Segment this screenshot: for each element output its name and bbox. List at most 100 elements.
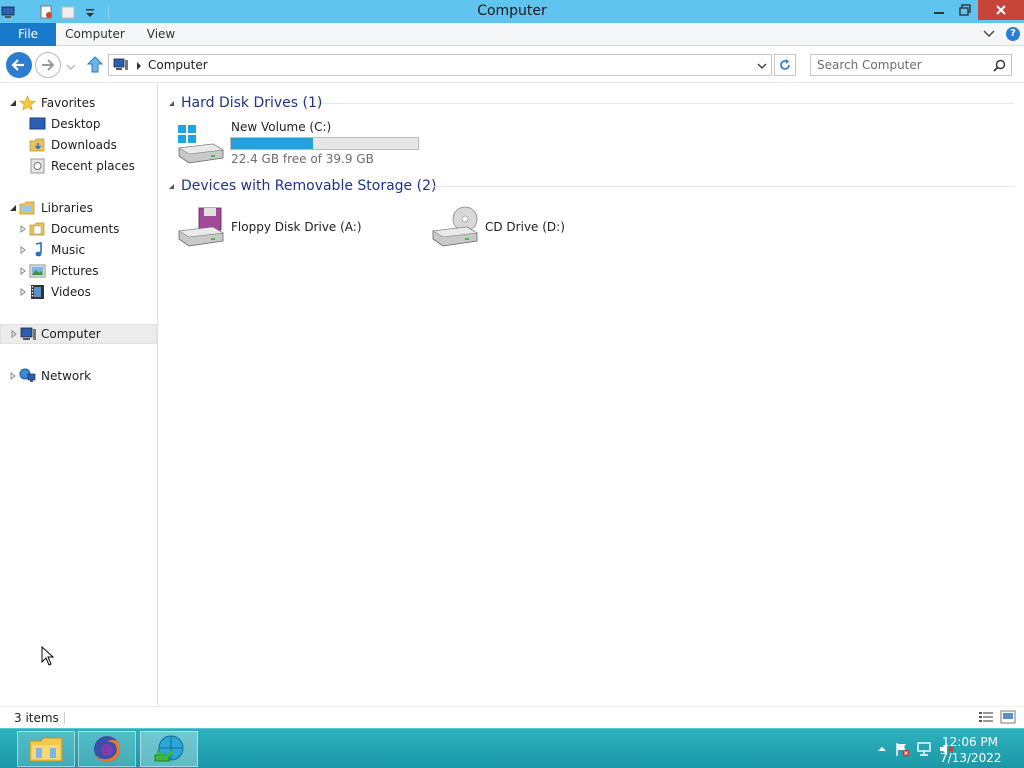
large-icons-view-icon[interactable] bbox=[1000, 710, 1016, 724]
group-header-label: Devices with Removable Storage (2) bbox=[181, 178, 437, 194]
restore-button[interactable] bbox=[952, 0, 978, 20]
nav-item-downloads-label: Downloads bbox=[51, 138, 117, 152]
nav-item-recent-places-label: Recent places bbox=[51, 159, 135, 173]
close-button[interactable] bbox=[978, 0, 1024, 20]
nav-item-pictures-label: Pictures bbox=[51, 264, 99, 278]
refresh-button[interactable] bbox=[774, 54, 796, 76]
address-bar[interactable]: Computer bbox=[108, 54, 772, 76]
tab-computer[interactable]: Computer bbox=[60, 23, 130, 46]
documents-icon bbox=[29, 222, 45, 236]
window-controls bbox=[926, 0, 1024, 21]
nav-item-documents[interactable]: Documents bbox=[0, 219, 157, 239]
drive-c-usage-fill bbox=[231, 138, 314, 149]
drive-c-free-space: 22.4 GB free of 39.9 GB bbox=[231, 152, 374, 166]
nav-favorites-label: Favorites bbox=[41, 96, 96, 110]
details-view-icon[interactable] bbox=[978, 710, 994, 724]
minimize-button[interactable] bbox=[926, 0, 952, 20]
nav-item-documents-label: Documents bbox=[51, 222, 120, 236]
address-dropdown-icon[interactable] bbox=[757, 60, 767, 70]
libraries-icon bbox=[19, 201, 35, 215]
videos-film-icon bbox=[31, 285, 44, 299]
refresh-icon bbox=[780, 59, 790, 70]
taskbar-file-explorer[interactable] bbox=[17, 731, 75, 767]
search-input[interactable] bbox=[817, 57, 985, 73]
nav-favorites[interactable]: Favorites bbox=[0, 93, 157, 113]
cd-drive-icon bbox=[432, 206, 478, 247]
group-divider bbox=[429, 186, 1014, 187]
drive-a-name: Floppy Disk Drive (A:) bbox=[231, 220, 362, 234]
group-header-hard-disk-drives[interactable]: Hard Disk Drives (1) bbox=[168, 93, 328, 113]
drive-a-floppy[interactable]: Floppy Disk Drive (A:) bbox=[175, 202, 405, 250]
drive-c-name: New Volume (C:) bbox=[231, 120, 332, 134]
forward-button[interactable] bbox=[35, 52, 61, 78]
action-center-flag-icon[interactable] bbox=[894, 741, 910, 757]
nav-libraries-label: Libraries bbox=[41, 201, 93, 215]
content-pane: Hard Disk Drives (1) New Volume (C:) 22.… bbox=[159, 84, 1024, 706]
status-bar: 3 items bbox=[0, 706, 1024, 728]
file-explorer-folder-icon bbox=[29, 737, 63, 762]
breadcrumb-computer[interactable]: Computer bbox=[148, 58, 208, 72]
navigation-pane: Favorites Desktop Downloads Recent place… bbox=[0, 84, 158, 706]
floppy-drive-icon bbox=[178, 207, 224, 247]
network-status-icon[interactable] bbox=[916, 741, 932, 757]
collapsed-arrow-icon[interactable] bbox=[10, 330, 18, 338]
group-header-removable-storage[interactable]: Devices with Removable Storage (2) bbox=[168, 176, 438, 196]
search-icon[interactable] bbox=[993, 59, 1006, 72]
taskbar-download-manager[interactable] bbox=[140, 731, 198, 767]
nav-item-music[interactable]: Music bbox=[0, 240, 157, 260]
nav-network-label: Network bbox=[41, 369, 92, 383]
hard-drive-windows-icon bbox=[178, 125, 224, 164]
expanded-arrow-icon[interactable] bbox=[9, 204, 17, 212]
clock-time: 12:06 PM bbox=[942, 735, 998, 749]
clock[interactable]: 12:06 PM 7/13/2022 bbox=[940, 734, 1002, 766]
nav-item-music-label: Music bbox=[51, 243, 86, 257]
computer-icon bbox=[20, 327, 36, 340]
collapsed-arrow-icon[interactable] bbox=[9, 372, 17, 380]
title-bar: Computer bbox=[0, 0, 1024, 23]
nav-item-recent-places[interactable]: Recent places bbox=[0, 156, 157, 176]
favorites-star-icon bbox=[19, 95, 36, 111]
nav-computer[interactable]: Computer bbox=[0, 324, 157, 344]
nav-item-videos[interactable]: Videos bbox=[0, 282, 157, 302]
drive-d-name: CD Drive (D:) bbox=[485, 220, 565, 234]
nav-libraries[interactable]: Libraries bbox=[0, 198, 157, 218]
desktop-icon bbox=[29, 117, 46, 130]
nav-item-downloads[interactable]: Downloads bbox=[0, 135, 157, 155]
collapsed-arrow-icon[interactable] bbox=[19, 267, 27, 275]
drive-c-usage-bar bbox=[230, 137, 419, 150]
search-box[interactable] bbox=[810, 54, 1012, 76]
back-button[interactable] bbox=[6, 52, 32, 78]
taskbar: 12:06 PM 7/13/2022 bbox=[0, 728, 1024, 768]
expand-ribbon-chevron-icon[interactable] bbox=[982, 27, 996, 41]
up-arrow-icon[interactable] bbox=[85, 55, 105, 75]
collapsed-arrow-icon[interactable] bbox=[19, 225, 27, 233]
system-tray: 12:06 PM 7/13/2022 bbox=[824, 729, 1024, 768]
taskbar-firefox[interactable] bbox=[78, 731, 136, 767]
computer-icon bbox=[113, 58, 129, 72]
nav-network[interactable]: Network bbox=[0, 366, 157, 386]
breadcrumb-separator-icon[interactable] bbox=[135, 60, 143, 70]
collapsed-arrow-icon[interactable] bbox=[19, 288, 27, 296]
window-title: Computer bbox=[477, 3, 547, 19]
drive-c[interactable]: New Volume (C:) 22.4 GB free of 39.9 GB bbox=[175, 118, 425, 166]
tab-view[interactable]: View bbox=[140, 23, 182, 46]
collapsed-arrow-icon[interactable] bbox=[19, 246, 27, 254]
drive-d-cd[interactable]: CD Drive (D:) bbox=[429, 202, 659, 250]
download-manager-globe-icon bbox=[154, 735, 184, 762]
mouse-cursor-icon bbox=[41, 646, 55, 666]
nav-item-pictures[interactable]: Pictures bbox=[0, 261, 157, 281]
recent-locations-dropdown-icon[interactable] bbox=[66, 61, 76, 71]
nav-item-desktop[interactable]: Desktop bbox=[0, 114, 157, 134]
collapse-group-icon[interactable] bbox=[168, 183, 175, 190]
group-divider bbox=[321, 103, 1014, 104]
help-button[interactable]: ? bbox=[1006, 27, 1020, 41]
group-header-label: Hard Disk Drives (1) bbox=[181, 95, 323, 111]
nav-item-desktop-label: Desktop bbox=[51, 117, 101, 131]
collapse-group-icon[interactable] bbox=[168, 100, 175, 107]
tab-file[interactable]: File bbox=[0, 23, 56, 46]
navigation-bar: Computer bbox=[0, 47, 1024, 83]
pictures-icon bbox=[29, 264, 46, 278]
firefox-icon bbox=[94, 736, 120, 762]
expanded-arrow-icon[interactable] bbox=[9, 99, 17, 107]
show-hidden-icons-chevron-up-icon[interactable] bbox=[874, 741, 890, 757]
